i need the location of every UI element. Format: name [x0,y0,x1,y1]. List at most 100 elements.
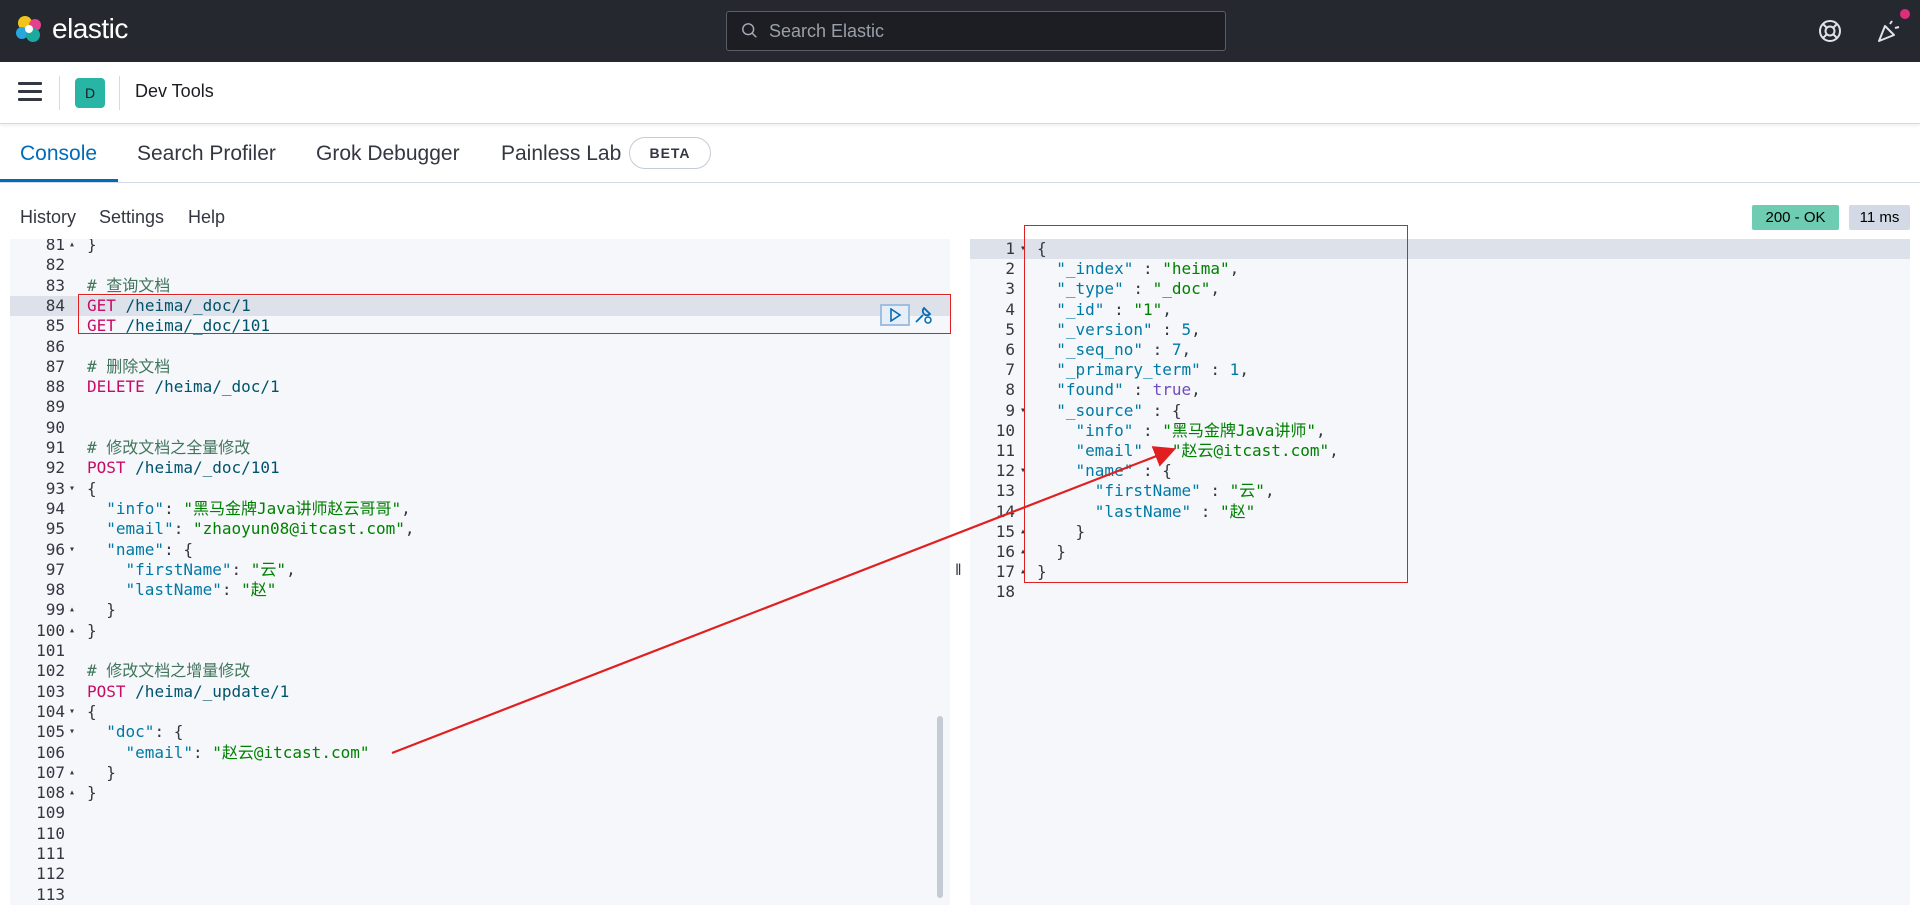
code-text: } [1075,521,1086,541]
line-number: 108 [36,783,65,803]
fold-down-icon[interactable]: ▾ [69,479,75,499]
breadcrumb-dev-tools[interactable]: Dev Tools [135,81,214,102]
code-text: # 修改文档之全量修改 [87,438,251,457]
code-text: "found" : true, [1056,380,1201,400]
line-number: 10 [995,420,1015,440]
search-input[interactable] [769,20,1189,42]
code-line: 86 [10,337,950,357]
line-number: 105 [36,722,65,742]
response-viewer: 1 ▾{2 "_index" : "heima", 3 "_type" : "_do… [970,239,1910,905]
help-lifebuoy-icon[interactable] [1817,18,1843,44]
code-text: # 修改文档之增量修改 [87,661,251,681]
line-number: 13 [995,481,1015,501]
search-icon [742,23,757,38]
code-line: 3 "_type" : "_doc", [970,279,1910,299]
fold-down-icon[interactable]: ▾ [69,540,75,560]
hamburger-menu-icon[interactable] [18,82,42,102]
code-text: { [87,478,97,498]
line-number: 7 [1005,360,1015,380]
code-line: 18 [970,582,1910,602]
newsfeed-cheer-icon[interactable] [1876,18,1902,44]
play-icon [890,308,902,322]
code-line: 4 "_id" : "1", [970,300,1910,320]
code-line: 5 "_version" : 5, [970,320,1910,340]
code-line: 87 # 删除文档 [10,357,950,377]
code-text: "info" : "黑马金牌Java讲师", [1075,420,1326,440]
line-number: 89 [45,397,65,417]
fold-down-icon[interactable]: ▾ [1020,401,1026,421]
line-number: 82 [45,255,65,275]
line-number: 91 [45,438,65,457]
fold-up-icon[interactable]: ▴ [1020,522,1026,542]
request-editor[interactable]: 81 ▴} 82 83 # 查询文档 84 GET /heima/_doc/1 85 GET /… [10,239,950,905]
code-text: "firstName": "云", [125,559,296,579]
fold-down-icon[interactable]: ▾ [1020,461,1026,481]
settings-link[interactable]: Settings [99,207,164,228]
pane-resizer-handle[interactable]: ‖ [955,562,965,582]
code-line: 108 ▴} [10,783,950,803]
request-scrollbar[interactable] [937,716,943,898]
active-tab-indicator [0,179,118,182]
space-avatar[interactable]: D [75,78,105,108]
divider [119,76,120,110]
fold-up-icon[interactable]: ▴ [69,621,75,641]
code-text: { [1037,239,1047,258]
line-number: 8 [1005,380,1015,400]
code-text: "email": "zhaoyun08@itcast.com", [106,519,415,539]
history-link[interactable]: History [20,207,76,228]
console-toolbar: History Settings Help 200 - OK 11 ms [0,183,1920,239]
code-line: 1 ▾ { [970,239,1910,259]
fold-up-icon[interactable]: ▴ [69,783,75,803]
fold-down-icon[interactable]: ▾ [1020,239,1026,259]
code-line: 11 "email" : "赵云@itcast.com", [970,441,1910,461]
code-text: } [106,600,116,620]
line-number: 11 [995,441,1015,460]
code-text: "doc": { [106,722,184,742]
line-number: 103 [36,681,65,701]
code-line: 82 [10,255,950,275]
code-line: 106 "email": "赵云@itcast.com" [10,743,950,763]
global-search[interactable] [726,11,1226,51]
fold-up-icon[interactable]: ▴ [69,600,75,620]
tab-painless-lab[interactable]: Painless Lab [501,142,621,166]
code-line: 104 ▾ { [10,702,950,722]
line-number: 81 [45,239,65,254]
line-number: 112 [36,864,65,884]
line-number: 94 [45,498,65,518]
fold-up-icon[interactable]: ▴ [1020,562,1026,582]
code-line: 6 "_seq_no" : 7, [970,340,1910,360]
elastic-logo-icon [16,16,41,42]
code-text: "_seq_no" : 7, [1056,340,1192,359]
line-number: 5 [1005,319,1015,339]
line-number: 92 [45,458,65,478]
wrench-settings-icon[interactable] [912,304,934,326]
code-line: 85 GET /heima/_doc/101 [10,316,950,336]
fold-up-icon[interactable]: ▴ [1020,542,1026,562]
help-link[interactable]: Help [188,207,225,228]
line-number: 109 [36,803,65,823]
line-number: 90 [45,417,65,437]
line-number: 17 [995,562,1015,582]
code-text: "email": "赵云@itcast.com" [125,742,370,762]
code-line: 97 "firstName": "云", [10,560,950,580]
elastic-logo[interactable]: elastic [14,13,128,45]
code-text: "name" : { [1075,461,1172,481]
line-number: 107 [36,762,65,782]
code-text: "email" : "赵云@itcast.com", [1075,441,1339,460]
fold-down-icon[interactable]: ▾ [69,702,75,722]
code-line: 94 "info": "黑马金牌Java讲师赵云哥哥", [10,499,950,519]
tab-console[interactable]: Console [20,142,97,166]
code-text: POST /heima/_update/1 [87,681,290,701]
line-number: 12 [995,461,1015,481]
tab-search-profiler[interactable]: Search Profiler [137,142,276,166]
app-header: D Dev Tools [0,62,1920,124]
dev-tools-tabs: Console Search Profiler Grok Debugger Pa… [0,124,1920,183]
tab-grok-debugger[interactable]: Grok Debugger [316,142,460,166]
send-request-button[interactable] [880,304,910,326]
fold-down-icon[interactable]: ▾ [69,722,75,742]
code-text: "_version" : 5, [1056,319,1201,339]
code-line: 109 [10,803,950,823]
code-text: } [87,239,97,254]
fold-up-icon[interactable]: ▴ [69,239,75,255]
fold-up-icon[interactable]: ▴ [69,763,75,783]
